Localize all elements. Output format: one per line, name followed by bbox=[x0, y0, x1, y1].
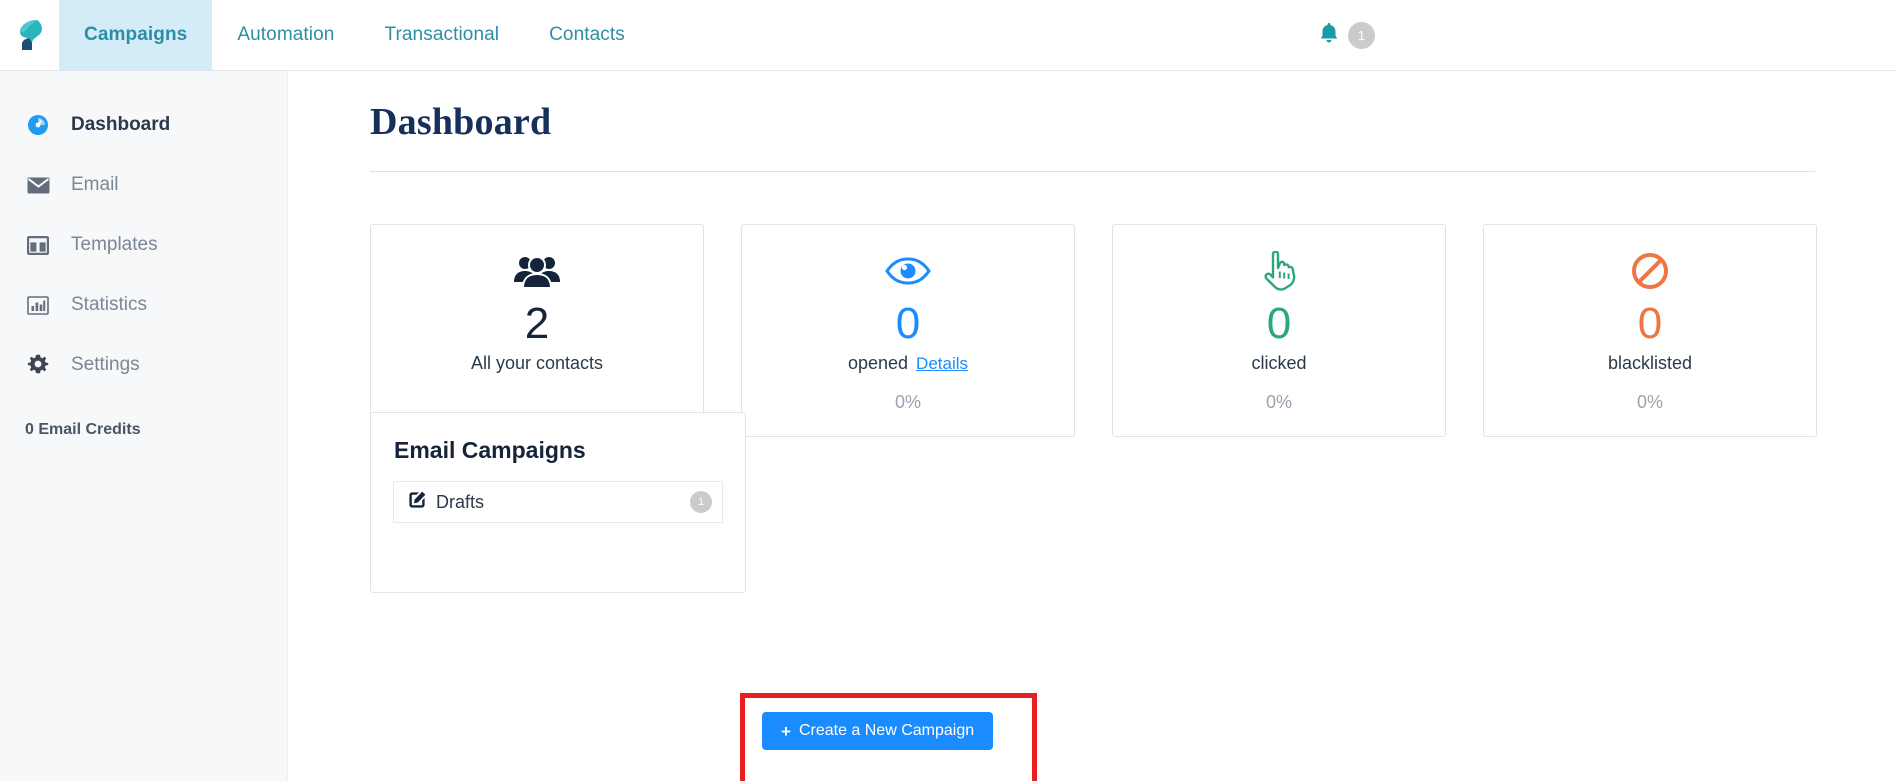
plus-icon: + bbox=[781, 721, 791, 741]
sidebar-item-templates-label: Templates bbox=[71, 234, 158, 255]
gear-icon bbox=[25, 354, 51, 376]
stat-value-blacklisted: 0 bbox=[1637, 299, 1663, 348]
create-a-new-campaign-label: Create a New Campaign bbox=[798, 722, 975, 739]
sidebar-item-statistics[interactable]: Statistics bbox=[0, 275, 287, 335]
sidebar-item-email[interactable]: Email bbox=[0, 155, 287, 215]
sidebar-item-dashboard[interactable]: Dashboard bbox=[0, 95, 287, 155]
title-divider bbox=[370, 171, 1815, 172]
sidebar: Dashboard Email Templates Statistics Set… bbox=[0, 71, 288, 781]
eye-icon bbox=[885, 249, 931, 293]
stat-card-opened[interactable]: 0 opened Details 0% bbox=[741, 224, 1075, 437]
envelope-icon bbox=[25, 177, 51, 194]
tab-campaigns[interactable]: Campaigns bbox=[59, 0, 213, 70]
people-group-icon bbox=[514, 249, 560, 293]
sidebar-item-statistics-label: Statistics bbox=[71, 294, 148, 315]
main-content: Dashboard 2 All your contacts 0 opened D… bbox=[288, 71, 1897, 781]
sidebar-item-email-label: Email bbox=[71, 174, 119, 195]
stat-card-clicked[interactable]: 0 clicked 0% bbox=[1112, 224, 1446, 437]
layout-columns-icon bbox=[25, 235, 51, 255]
stat-label-clicked: clicked bbox=[1251, 353, 1306, 374]
stat-label-contacts: All your contacts bbox=[471, 353, 603, 374]
stat-label-clicked-text: clicked bbox=[1251, 353, 1307, 373]
bell-icon[interactable] bbox=[1319, 22, 1339, 49]
tab-campaigns-label: Campaigns bbox=[84, 24, 188, 45]
drafts-label: Drafts bbox=[436, 491, 485, 512]
sendinblue-logo-icon bbox=[19, 20, 42, 50]
tab-automation-label: Automation bbox=[237, 24, 335, 45]
sidebar-item-dashboard-label: Dashboard bbox=[71, 114, 171, 135]
stat-label-contacts-text: All your contacts bbox=[470, 353, 604, 373]
tab-transactional-label: Transactional bbox=[384, 24, 500, 45]
topbar-right-cluster: 1 bbox=[1319, 0, 1897, 70]
primary-nav-tabs: Campaigns Automation Transactional Conta… bbox=[59, 0, 650, 70]
email-campaigns-title: Email Campaigns bbox=[394, 437, 586, 463]
tab-automation[interactable]: Automation bbox=[212, 0, 359, 70]
drafts-count-badge: 1 bbox=[690, 491, 712, 513]
stat-label-blacklisted: blacklisted bbox=[1608, 353, 1692, 374]
sidebar-item-settings-label: Settings bbox=[71, 354, 140, 375]
notification-count-badge[interactable]: 1 bbox=[1348, 21, 1375, 49]
sidebar-item-templates[interactable]: Templates bbox=[0, 215, 287, 275]
no-entry-icon bbox=[1631, 249, 1669, 293]
stat-value-opened: 0 bbox=[895, 299, 921, 348]
sidebar-item-settings[interactable]: Settings bbox=[0, 335, 287, 395]
tab-contacts[interactable]: Contacts bbox=[524, 0, 650, 70]
stat-value-contacts: 2 bbox=[524, 299, 550, 348]
pointing-hand-icon bbox=[1261, 249, 1297, 293]
tab-transactional[interactable]: Transactional bbox=[359, 0, 524, 70]
tab-contacts-label: Contacts bbox=[549, 24, 625, 45]
stat-label-opened-text: opened bbox=[847, 353, 909, 373]
page-title: Dashboard bbox=[370, 101, 552, 143]
stat-value-clicked: 0 bbox=[1266, 299, 1292, 348]
stat-card-contacts[interactable]: 2 All your contacts bbox=[370, 224, 704, 437]
app-window: Campaigns Automation Transactional Conta… bbox=[0, 0, 1897, 781]
email-campaigns-panel: Email Campaigns Drafts 1 bbox=[370, 412, 746, 593]
edit-square-icon bbox=[408, 491, 426, 514]
opened-details-link[interactable]: Details bbox=[916, 354, 968, 374]
speedometer-icon bbox=[25, 114, 51, 136]
create-a-new-campaign-button[interactable]: + Create a New Campaign bbox=[762, 712, 994, 750]
stat-percent-opened: 0% bbox=[894, 392, 921, 412]
bar-chart-icon bbox=[25, 295, 51, 315]
stat-percent-blacklisted: 0% bbox=[1636, 392, 1663, 412]
stat-percent-clicked: 0% bbox=[1265, 392, 1292, 412]
stat-label-blacklisted-text: blacklisted bbox=[1607, 353, 1693, 373]
top-navigation-bar: Campaigns Automation Transactional Conta… bbox=[0, 0, 1897, 71]
email-credits-label: 0 Email Credits bbox=[25, 421, 141, 438]
stat-card-row: 2 All your contacts 0 opened Details 0% … bbox=[370, 224, 1818, 437]
stat-label-opened: opened Details bbox=[848, 353, 968, 374]
sendinblue-logo[interactable] bbox=[0, 0, 59, 70]
drafts-row[interactable]: Drafts 1 bbox=[393, 481, 723, 523]
stat-card-blacklisted[interactable]: 0 blacklisted 0% bbox=[1483, 224, 1817, 437]
